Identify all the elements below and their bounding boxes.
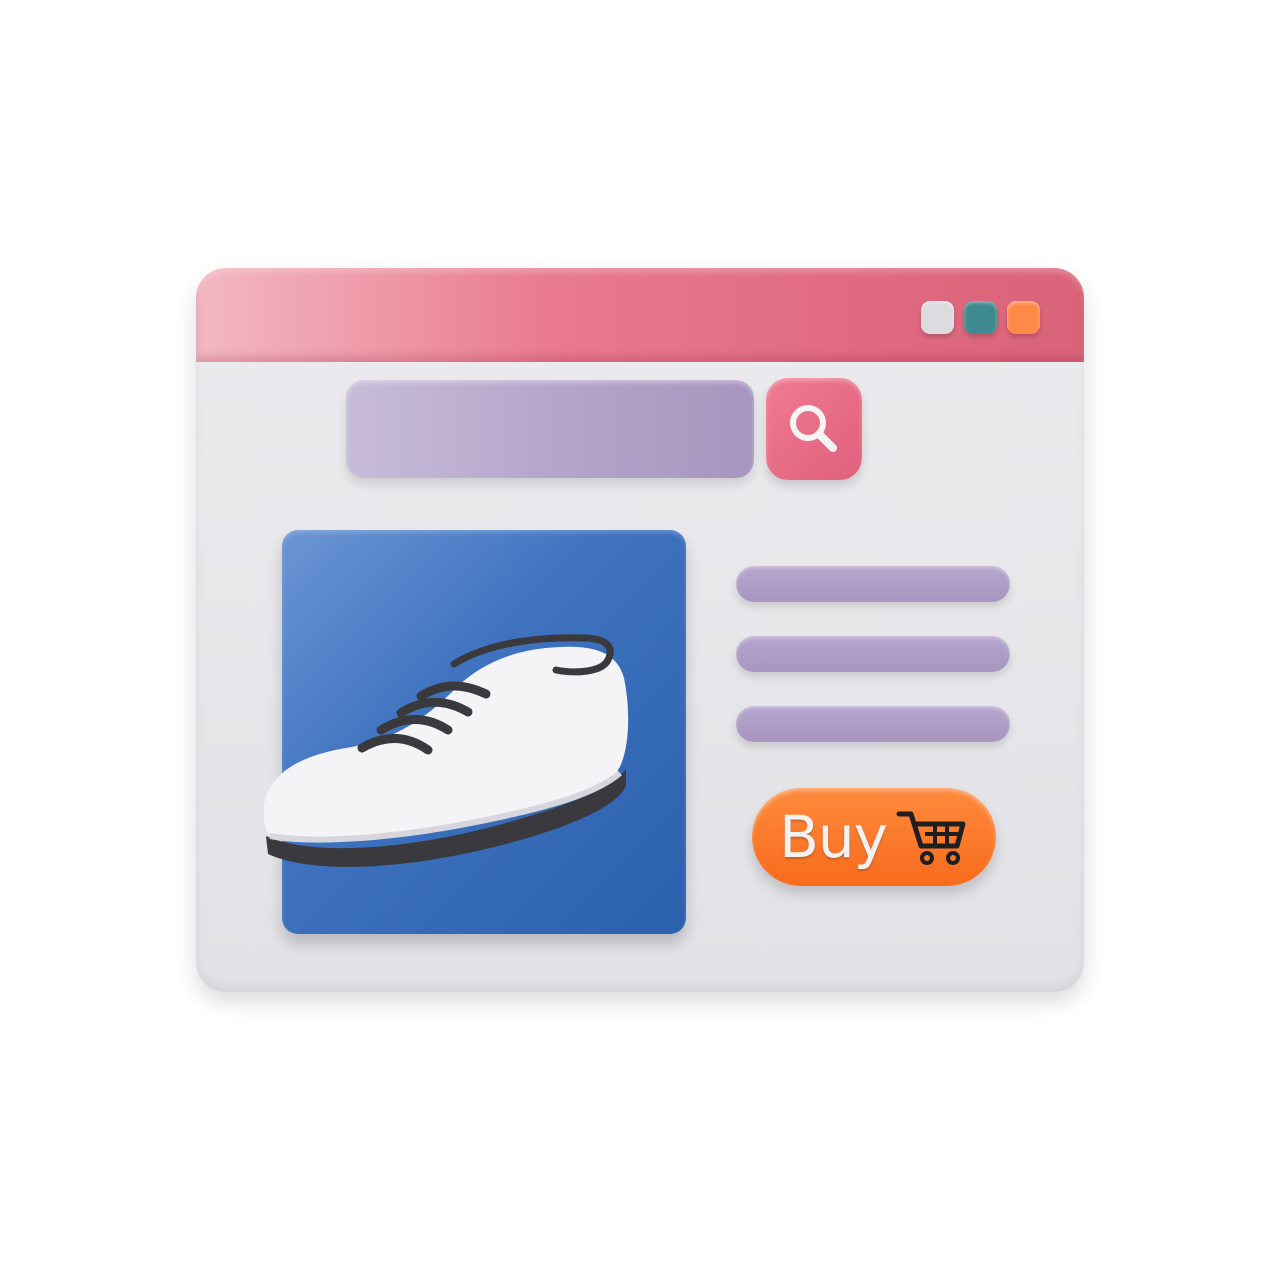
window-control-teal[interactable] <box>964 301 997 334</box>
shoe-icon <box>263 634 629 867</box>
cart-icon <box>896 811 966 865</box>
search-button[interactable] <box>766 378 862 480</box>
browser-window: Buy <box>196 268 1084 992</box>
buy-button-label: Buy <box>779 803 888 871</box>
description-line-1 <box>736 566 1010 602</box>
buy-button[interactable]: Buy <box>752 788 996 886</box>
window-controls <box>921 301 1040 334</box>
description-line-2 <box>736 636 1010 672</box>
description-line-3 <box>736 706 1010 742</box>
window-control-orange[interactable] <box>1007 301 1040 334</box>
window-control-light[interactable] <box>921 301 954 334</box>
search-icon <box>790 405 837 452</box>
title-bar <box>196 268 1084 362</box>
search-input[interactable] <box>346 380 754 478</box>
